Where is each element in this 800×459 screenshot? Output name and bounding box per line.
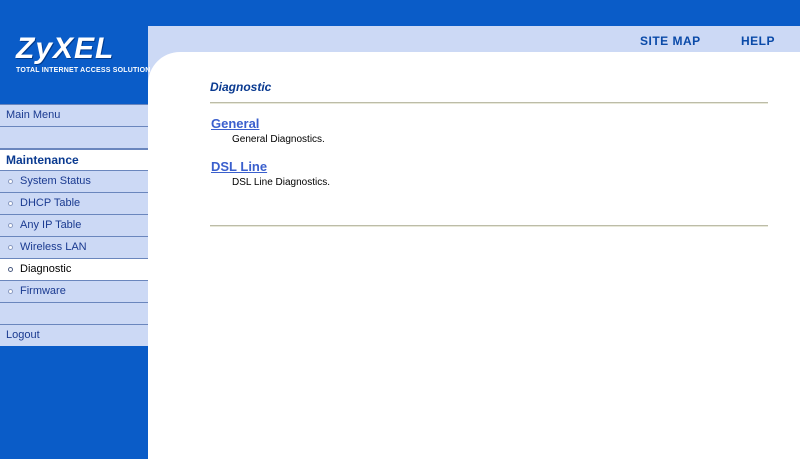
content-area xyxy=(148,52,800,459)
dsl-line-description: DSL Line Diagnostics. xyxy=(232,177,331,188)
top-bar xyxy=(148,0,800,26)
general-link[interactable]: General xyxy=(211,116,259,131)
logo-tagline: TOTAL INTERNET ACCESS SOLUTION xyxy=(16,67,151,74)
sidebar-section-label: Maintenance xyxy=(6,153,79,167)
sidebar-item-any-ip-table[interactable]: Any IP Table xyxy=(0,214,148,236)
sidebar-spacer xyxy=(0,126,148,148)
bullet-icon xyxy=(8,179,13,184)
help-link[interactable]: HELP xyxy=(741,34,775,48)
site-map-link[interactable]: SITE MAP xyxy=(640,34,701,48)
divider xyxy=(210,102,768,104)
sidebar-item-main-menu[interactable]: Main Menu xyxy=(0,104,148,126)
logo-text: ZyXEL xyxy=(16,32,115,65)
general-description: General Diagnostics. xyxy=(232,134,325,145)
sidebar-item-label: Wireless LAN xyxy=(20,241,87,253)
sidebar-item-diagnostic[interactable]: Diagnostic xyxy=(0,258,148,280)
sidebar-item-label: System Status xyxy=(20,175,91,187)
page-title: Diagnostic xyxy=(210,80,272,94)
sidebar-item-label: Any IP Table xyxy=(20,219,82,231)
sidebar-item-label: Diagnostic xyxy=(20,263,72,275)
sidebar-item-label: Firmware xyxy=(20,285,66,297)
bullet-icon xyxy=(8,289,13,294)
sidebar-item-logout[interactable]: Logout xyxy=(0,324,148,346)
sidebar-item-dhcp-table[interactable]: DHCP Table xyxy=(0,192,148,214)
sidebar-menu: Main Menu Maintenance System Status DHCP… xyxy=(0,104,148,346)
sidebar-item-firmware[interactable]: Firmware xyxy=(0,280,148,302)
sidebar-item-label: Main Menu xyxy=(6,109,61,121)
bullet-icon xyxy=(8,223,13,228)
sidebar-item-label: Logout xyxy=(6,329,40,341)
bullet-icon xyxy=(8,201,13,206)
sidebar-item-wireless-lan[interactable]: Wireless LAN xyxy=(0,236,148,258)
sidebar-section-maintenance[interactable]: Maintenance xyxy=(0,148,148,170)
sidebar-spacer xyxy=(0,302,148,324)
sidebar-item-system-status[interactable]: System Status xyxy=(0,170,148,192)
bullet-icon xyxy=(8,267,13,272)
zyxel-logo: ZyXEL TOTAL INTERNET ACCESS SOLUTION xyxy=(0,28,150,80)
sidebar-item-label: DHCP Table xyxy=(20,197,81,209)
bullet-icon xyxy=(8,245,13,250)
header-band xyxy=(148,26,800,52)
dsl-line-link[interactable]: DSL Line xyxy=(211,159,267,174)
divider xyxy=(210,225,768,227)
